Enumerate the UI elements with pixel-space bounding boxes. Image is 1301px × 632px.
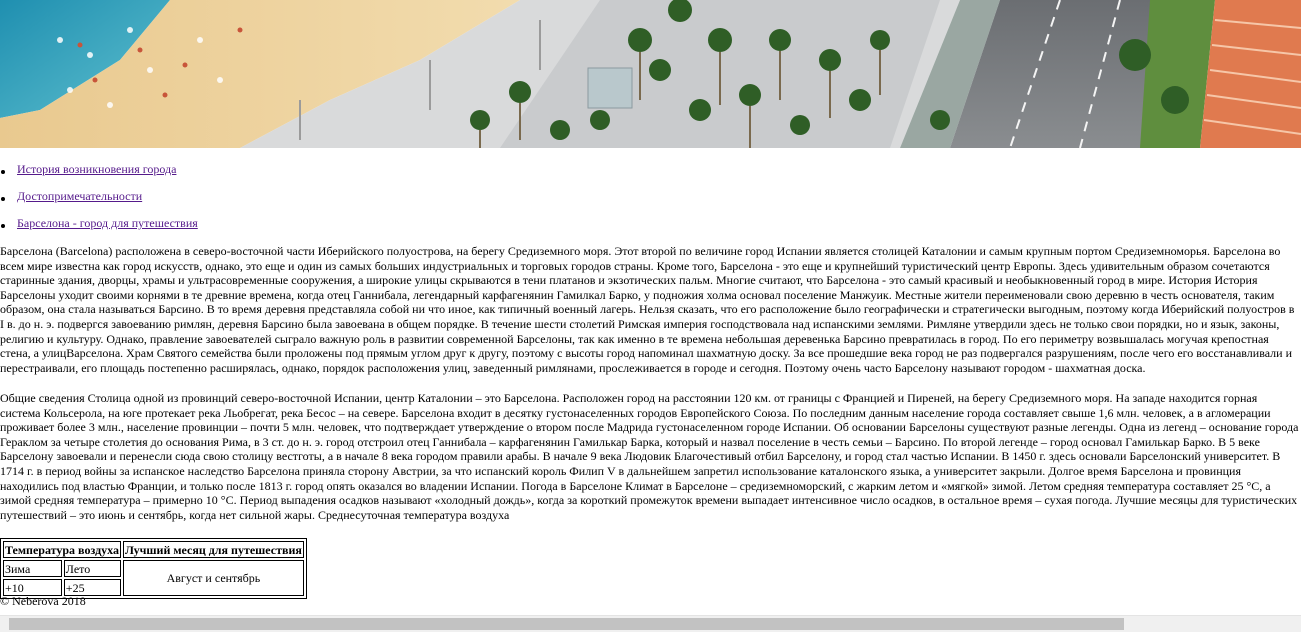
climate-table: Температура воздуха Лучший месяц для пут… (0, 538, 307, 599)
nav-item: Достопримечательности (0, 189, 198, 216)
nav-link-history[interactable]: История возникновения города (17, 162, 176, 176)
nav-link-travel[interactable]: Барселона - город для путешествия (17, 216, 198, 230)
cell-winter-label: Зима (3, 560, 62, 577)
cell-summer-label: Лето (63, 560, 121, 577)
header-temperature: Температура воздуха (3, 541, 121, 558)
table-header-row: Температура воздуха Лучший месяц для пут… (3, 541, 304, 558)
table-row: Зима Лето Август и сентябрь (3, 560, 304, 596)
general-info-paragraph: Общие сведения Столица одной из провинци… (0, 391, 1299, 522)
footer-copyright: © Neberova 2018 (0, 594, 86, 608)
nav-link-sights[interactable]: Достопримечательности (17, 189, 142, 203)
nav-item: Барселона - город для путешествия (0, 216, 198, 243)
header-banner-image (0, 0, 1301, 148)
horizontal-scrollbar[interactable] (0, 615, 1301, 632)
nav-item: История возникновения города (0, 162, 198, 189)
nav-list: История возникновения города Достопримеч… (0, 162, 198, 243)
scrollbar-thumb[interactable] (9, 618, 1124, 630)
barcelona-beach-photo (0, 0, 1301, 148)
header-best-month: Лучший месяц для путешествия (122, 541, 304, 558)
history-paragraph: Барселона (Barcelona) расположена в севе… (0, 244, 1295, 375)
cell-best-month: Август и сентябрь (122, 560, 304, 596)
